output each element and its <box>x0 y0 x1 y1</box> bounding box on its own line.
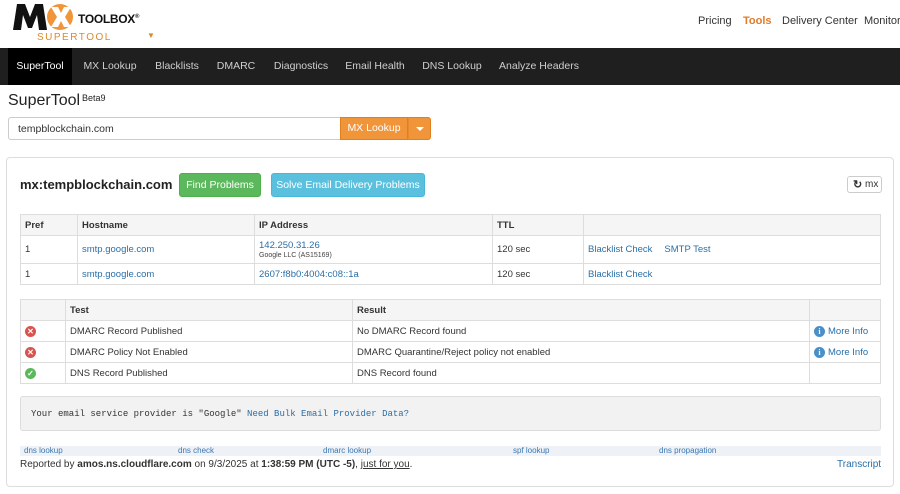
test-result: DNS Record found <box>352 362 810 384</box>
dns-lookup-link[interactable]: dns lookup <box>24 446 63 456</box>
test-result: No DMARC Record found <box>352 320 810 342</box>
blacklist-check-link[interactable]: Blacklist Check <box>588 269 652 280</box>
table-row: 1 smtp.google.com 2607:f8b0:4004:c08::1a… <box>20 263 881 285</box>
col-hostname: Hostname <box>77 214 255 236</box>
pref-cell: 1 <box>20 263 78 285</box>
mx-lookup-button[interactable]: MX Lookup <box>340 117 408 140</box>
chevron-down-icon[interactable]: ▼ <box>147 31 155 40</box>
col-ip-address: IP Address <box>254 214 493 236</box>
related-links-bar: dns lookup dns check dmarc lookup spf lo… <box>20 446 881 456</box>
col-result: Result <box>352 299 810 321</box>
ttl-cell: 120 sec <box>492 235 584 264</box>
tab-email-health[interactable]: Email Health <box>340 48 410 85</box>
beta-badge: Beta9 <box>82 93 106 103</box>
table-row: ✓ DNS Record Published DNS Record found <box>20 362 881 384</box>
col-status <box>20 299 66 321</box>
error-icon: ✕ <box>25 325 36 337</box>
dns-check-link[interactable]: dns check <box>178 446 214 456</box>
tab-analyze-headers[interactable]: Analyze Headers <box>494 48 584 85</box>
more-info-link[interactable]: More Info <box>828 326 868 337</box>
table-header-row: Pref Hostname IP Address TTL <box>20 214 881 236</box>
mx-records-table: Pref Hostname IP Address TTL 1 smtp.goog… <box>20 214 881 285</box>
spf-lookup-link[interactable]: spf lookup <box>513 446 549 456</box>
test-name: DNS Record Published <box>65 362 353 384</box>
table-row: ✕ DMARC Policy Not Enabled DMARC Quarant… <box>20 341 881 363</box>
table-row: 1 smtp.google.com 142.250.31.26 Google LL… <box>20 235 881 264</box>
smtp-test-link[interactable]: SMTP Test <box>664 244 710 255</box>
tab-dns-lookup[interactable]: DNS Lookup <box>416 48 488 85</box>
info-cell <box>809 362 881 384</box>
col-pref: Pref <box>20 214 78 236</box>
refresh-icon: ↻ <box>853 179 863 191</box>
pref-cell: 1 <box>20 235 78 264</box>
tab-supertool[interactable]: SuperTool <box>8 48 72 85</box>
solve-delivery-problems-button[interactable]: Solve Email Delivery Problems <box>271 173 425 197</box>
dmarc-lookup-link[interactable]: dmarc lookup <box>323 446 371 456</box>
topnav-tools[interactable]: Tools <box>743 15 772 27</box>
report-line: Reported by amos.ns.cloudflare.com on 9/… <box>20 459 413 470</box>
blacklist-check-link[interactable]: Blacklist Check <box>588 244 652 255</box>
hostname-link[interactable]: smtp.google.com <box>82 269 154 280</box>
dns-propagation-link[interactable]: dns propagation <box>659 446 716 456</box>
refresh-button[interactable]: ↻ mx <box>847 176 882 193</box>
col-actions <box>583 214 881 236</box>
tab-blacklists[interactable]: Blacklists <box>148 48 206 85</box>
col-test: Test <box>65 299 353 321</box>
provider-notice-text: Your email service provider is "Google" <box>31 409 242 419</box>
transcript-link[interactable]: Transcript <box>837 459 881 470</box>
tab-diagnostics[interactable]: Diagnostics <box>266 48 336 85</box>
topnav-pricing[interactable]: Pricing <box>698 15 732 27</box>
table-header-row: Test Result <box>20 299 881 321</box>
reporting-server: amos.ns.cloudflare.com <box>77 459 192 470</box>
test-name: DMARC Policy Not Enabled <box>65 341 353 363</box>
ip-link[interactable]: 142.250.31.26 <box>259 240 320 251</box>
results-panel: mx:tempblockchain.com Find Problems Solv… <box>6 157 894 487</box>
lookup-dropdown-toggle[interactable] <box>408 117 431 140</box>
ip-link[interactable]: 2607:f8b0:4004:c08::1a <box>259 269 359 280</box>
test-name: DMARC Record Published <box>65 320 353 342</box>
just-for-you-link[interactable]: just for you <box>361 459 410 470</box>
tab-dmarc[interactable]: DMARC <box>210 48 262 85</box>
ttl-cell: 120 sec <box>492 263 584 285</box>
tab-mx-lookup[interactable]: MX Lookup <box>76 48 144 85</box>
test-result: DMARC Quarantine/Reject policy not enabl… <box>352 341 810 363</box>
hostname-link[interactable]: smtp.google.com <box>82 244 154 255</box>
test-results-table: Test Result ✕ DMARC Record Published No … <box>20 299 881 384</box>
more-info-link[interactable]: More Info <box>828 347 868 358</box>
error-icon: ✕ <box>25 346 36 358</box>
logo-supertool: SUPERTOOL <box>37 32 112 43</box>
topnav-monitoring[interactable]: Monitoring <box>864 15 900 27</box>
info-icon: i <box>814 325 825 337</box>
ip-owner: Google LLC (AS15169) <box>259 252 332 259</box>
info-icon: i <box>814 346 825 358</box>
top-nav: Pricing Tools Delivery Center Monitoring <box>0 15 900 31</box>
search-input[interactable] <box>8 117 340 140</box>
table-row: ✕ DMARC Record Published No DMARC Record… <box>20 320 881 342</box>
page-title: SuperTool Beta9 <box>8 92 106 109</box>
provider-notice: Your email service provider is "Google" … <box>20 396 881 431</box>
find-problems-button[interactable]: Find Problems <box>179 173 261 197</box>
bulk-provider-data-link[interactable]: Need Bulk Email Provider Data? <box>247 409 409 419</box>
check-icon: ✓ <box>25 367 36 379</box>
col-info <box>809 299 881 321</box>
result-title: mx:tempblockchain.com <box>20 177 173 192</box>
top-header: TOOLBOX® SUPERTOOL ▼ Pricing Tools Deliv… <box>0 0 900 48</box>
topnav-delivery-center[interactable]: Delivery Center <box>782 15 858 27</box>
main-nav: SuperTool MX Lookup Blacklists DMARC Dia… <box>0 48 900 85</box>
report-time: 1:38:59 PM (UTC -5) <box>261 459 356 470</box>
col-ttl: TTL <box>492 214 584 236</box>
